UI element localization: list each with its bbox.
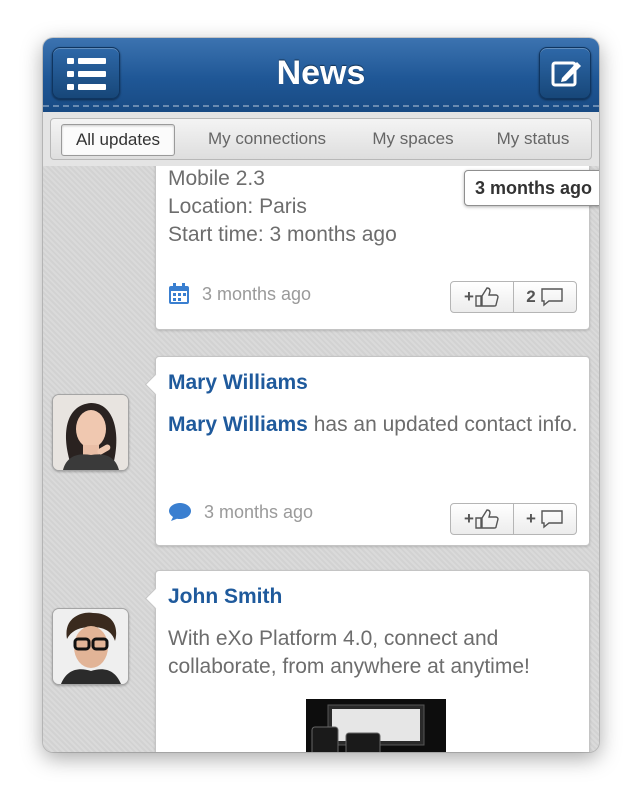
activity-body: Mary Williams has an updated contact inf… — [168, 411, 578, 439]
activity-meta: 3 months ago — [168, 283, 311, 305]
activity-time: 3 months ago — [204, 501, 314, 522]
like-button[interactable]: + — [451, 504, 513, 534]
navigation-bar: News — [43, 38, 599, 112]
comment-icon — [541, 510, 563, 529]
card-pointer — [144, 587, 167, 610]
floating-time-badge: 3 months ago — [463, 170, 599, 206]
devices-screenshot-image — [306, 699, 446, 752]
comment-label: + — [526, 509, 536, 528]
activity-author[interactable]: John Smith — [168, 585, 282, 609]
activity-author[interactable]: Mary Williams — [168, 371, 308, 395]
comment-icon — [541, 288, 563, 307]
comment-bubble-icon — [169, 503, 191, 521]
like-label: + — [464, 287, 474, 306]
activity-time: 3 months ago — [202, 283, 312, 304]
activity-body: With eXo Platform 4.0, connect and colla… — [168, 627, 530, 678]
activity-stream[interactable]: 3 months ago Mobile 2.3 Location: Paris … — [43, 166, 599, 752]
segmented-control: All updates My connections My spaces My … — [50, 118, 592, 160]
body-text: has an updated contact info. — [307, 413, 578, 436]
avatar-john-smith[interactable] — [52, 608, 129, 685]
activity-actions: + + — [450, 503, 577, 535]
activity-actions: + 2 — [450, 281, 577, 313]
comment-button[interactable]: + — [513, 504, 576, 534]
activity-card-mary-williams[interactable]: Mary Williams Mary Williams has an updat… — [144, 356, 590, 546]
like-label: + — [464, 509, 474, 528]
comment-button[interactable]: 2 — [513, 282, 576, 312]
tab-my-spaces[interactable]: My spaces — [361, 119, 465, 159]
profile-photo-woman — [53, 395, 128, 470]
tab-my-status[interactable]: My status — [483, 119, 583, 159]
body-author-link[interactable]: Mary Williams — [168, 413, 308, 436]
event-start-time: Start time: 3 months ago — [168, 223, 397, 246]
calendar-icon — [169, 283, 189, 304]
avatar-mary-williams[interactable] — [52, 394, 129, 471]
tab-all-updates[interactable]: All updates — [61, 124, 175, 156]
activity-card-john-smith[interactable]: John Smith With eXo Platform 4.0, connec… — [144, 570, 590, 752]
filter-segment-bar: All updates My connections My spaces My … — [43, 112, 599, 167]
event-title: Mobile 2.3 — [168, 167, 265, 190]
page-title: News — [276, 54, 366, 92]
attachment-thumbnail[interactable] — [306, 699, 446, 752]
like-button[interactable]: + — [451, 282, 513, 312]
event-location: Location: Paris — [168, 195, 307, 218]
thumbs-up-icon — [475, 509, 499, 529]
tab-my-connections[interactable]: My connections — [193, 119, 341, 159]
profile-photo-man — [53, 609, 128, 684]
activity-meta: 3 months ago — [168, 501, 313, 523]
app-window: News All updates My connections My space… — [43, 38, 599, 752]
comment-count: 2 — [526, 287, 536, 306]
compose-icon — [551, 61, 581, 87]
card-pointer — [144, 373, 167, 396]
thumbs-up-icon — [475, 287, 499, 307]
compose-button[interactable] — [539, 47, 591, 99]
